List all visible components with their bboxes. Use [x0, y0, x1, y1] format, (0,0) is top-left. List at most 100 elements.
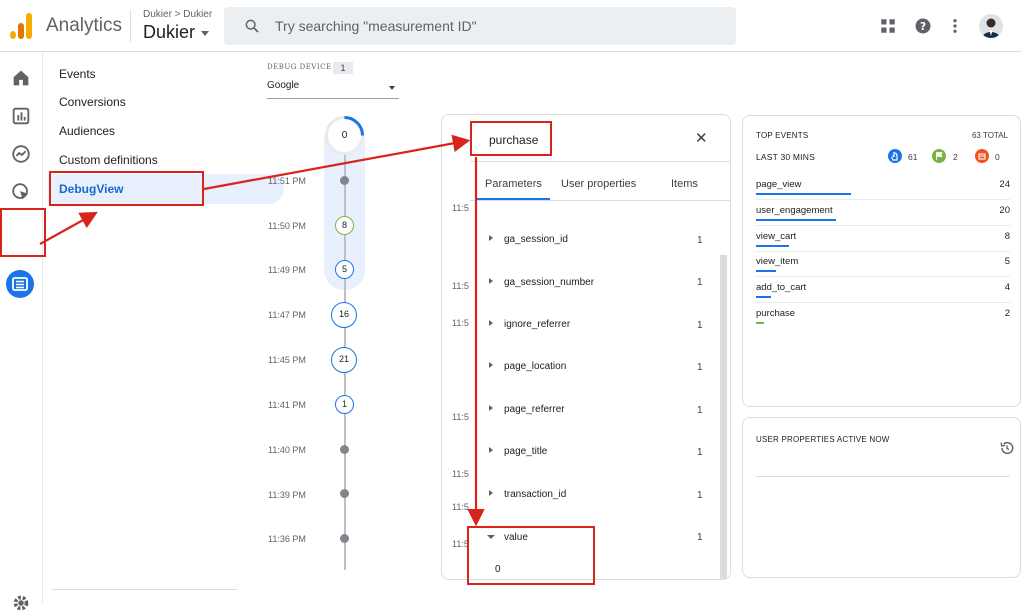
user-properties-card: USER PROPERTIES ACTIVE NOW: [742, 417, 1021, 578]
divider: [470, 161, 730, 162]
top-event-row[interactable]: view_cart 8: [756, 226, 1010, 252]
event-detail-panel: 11:5 11:5 11:5 11:5 11:5 11:5 11:5 purch…: [441, 114, 731, 580]
property-selector[interactable]: Dukier: [143, 22, 195, 43]
annotation-box-debugview: [49, 171, 204, 206]
conversion-flag-icon: [932, 149, 946, 163]
param-name[interactable]: ga_session_number: [504, 277, 594, 288]
event-share-bar: [756, 219, 836, 221]
expand-arrow-icon[interactable]: [489, 447, 493, 453]
explore-icon[interactable]: [10, 143, 32, 165]
stream-time: 11:50 PM: [268, 221, 306, 231]
expand-arrow-icon[interactable]: [489, 490, 493, 496]
top-event-row[interactable]: page_view 24: [756, 174, 1010, 200]
event-name[interactable]: add_to_cart: [756, 282, 806, 293]
dropdown-arrow-icon: [389, 86, 395, 90]
settings-gear-icon[interactable]: [10, 592, 32, 614]
subnav-item-custom-definitions[interactable]: Custom definitions: [59, 153, 158, 167]
stream-dot[interactable]: [340, 445, 349, 454]
stream-node[interactable]: 21: [331, 347, 357, 373]
help-icon[interactable]: ?: [914, 17, 932, 35]
search-icon: [245, 19, 259, 33]
param-name[interactable]: page_location: [504, 361, 566, 372]
seconds-counter[interactable]: 0: [325, 116, 364, 155]
param-name[interactable]: ga_session_id: [504, 234, 568, 245]
param-name[interactable]: transaction_id: [504, 489, 566, 500]
reports-icon[interactable]: [10, 105, 32, 127]
configure-icon: [12, 277, 28, 291]
expand-arrow-icon[interactable]: [489, 235, 493, 241]
subnav-item-audiences[interactable]: Audiences: [59, 124, 115, 138]
avatar[interactable]: [979, 14, 1003, 38]
param-name[interactable]: page_referrer: [504, 404, 565, 415]
event-stream-stub: 11:5 11:5 11:5 11:5 11:5 11:5 11:5: [442, 200, 470, 579]
configure-nav-active[interactable]: [6, 270, 34, 298]
stream-dot[interactable]: [340, 534, 349, 543]
search-input[interactable]: Try searching "measurement ID": [275, 18, 477, 34]
stream-node[interactable]: 16: [331, 302, 357, 328]
more-vert-icon[interactable]: [946, 17, 964, 35]
analytics-logo[interactable]: [10, 13, 32, 39]
event-count: 8: [1004, 231, 1010, 242]
event-name[interactable]: view_item: [756, 256, 798, 267]
event-count: 2: [1004, 308, 1010, 319]
event-name[interactable]: purchase: [756, 308, 795, 319]
debug-device-count: 1: [333, 62, 353, 74]
subnav-item-events[interactable]: Events: [59, 67, 96, 81]
error-icon: [975, 149, 989, 163]
subnav-item-conversions[interactable]: Conversions: [59, 95, 126, 109]
annotation-box-event-title: [470, 121, 552, 156]
param-count: 1: [697, 490, 703, 501]
home-icon[interactable]: [10, 67, 32, 89]
debug-device-label: DEBUG DEVICE: [267, 63, 332, 71]
stream-time: 11:47 PM: [268, 310, 306, 320]
stream-node[interactable]: 5: [335, 260, 354, 279]
search-bar[interactable]: Try searching "measurement ID": [224, 7, 736, 45]
top-event-row[interactable]: user_engagement 20: [756, 200, 1010, 226]
stream-time: 11:51 PM: [268, 176, 306, 186]
divider: [52, 589, 237, 590]
chevron-down-icon[interactable]: [201, 31, 209, 36]
top-bar: Analytics Dukier > Dukier Dukier Try sea…: [0, 0, 1021, 52]
stream-time: 11:40 PM: [268, 445, 306, 455]
event-name[interactable]: user_engagement: [756, 205, 833, 216]
stream-stub-time: 11:5: [452, 469, 469, 479]
top-events-title: TOP EVENTS: [756, 131, 809, 140]
expand-arrow-icon[interactable]: [489, 362, 493, 368]
stream-time: 11:36 PM: [268, 534, 306, 544]
top-event-row[interactable]: view_item 5: [756, 251, 1010, 277]
expand-arrow-icon[interactable]: [489, 405, 493, 411]
scrollbar[interactable]: [720, 255, 727, 579]
param-name[interactable]: ignore_referrer: [504, 319, 570, 330]
period-label: LAST 30 MINS: [756, 152, 815, 162]
debug-device-select[interactable]: Google: [267, 80, 399, 99]
top-event-row[interactable]: add_to_cart 4: [756, 277, 1010, 303]
stream-node[interactable]: 8: [335, 216, 354, 235]
stream-node[interactable]: 1: [335, 395, 354, 414]
tab-items[interactable]: Items: [671, 178, 698, 190]
event-name[interactable]: view_cart: [756, 231, 796, 242]
event-count: 20: [999, 205, 1010, 216]
param-name[interactable]: page_title: [504, 446, 547, 457]
nav-rail: [0, 52, 43, 611]
stream-node-count: 16: [338, 309, 349, 319]
close-icon[interactable]: ✕: [695, 129, 708, 147]
tab-user-properties[interactable]: User properties: [561, 178, 636, 190]
event-name[interactable]: page_view: [756, 179, 801, 190]
stream-dot[interactable]: [340, 489, 349, 498]
event-share-bar: [756, 322, 764, 324]
tab-parameters[interactable]: Parameters: [485, 178, 542, 190]
top-event-row[interactable]: purchase 2: [756, 303, 1010, 329]
stream-stub-time: 11:5: [452, 412, 469, 422]
expand-arrow-icon[interactable]: [489, 320, 493, 326]
expand-arrow-icon[interactable]: [489, 278, 493, 284]
account-breadcrumb[interactable]: Dukier > Dukier: [143, 9, 212, 20]
param-count: 1: [697, 405, 703, 416]
apps-grid-icon[interactable]: [879, 17, 897, 35]
stream-dot[interactable]: [340, 176, 349, 185]
top-events-card: TOP EVENTS 63 TOTAL LAST 30 MINS 61 2 0 …: [742, 115, 1021, 407]
svg-text:?: ?: [920, 21, 926, 33]
stream-stub-time: 11:5: [452, 203, 469, 213]
advertising-icon[interactable]: [10, 181, 32, 203]
history-icon[interactable]: [999, 440, 1015, 456]
param-count: 1: [697, 320, 703, 331]
